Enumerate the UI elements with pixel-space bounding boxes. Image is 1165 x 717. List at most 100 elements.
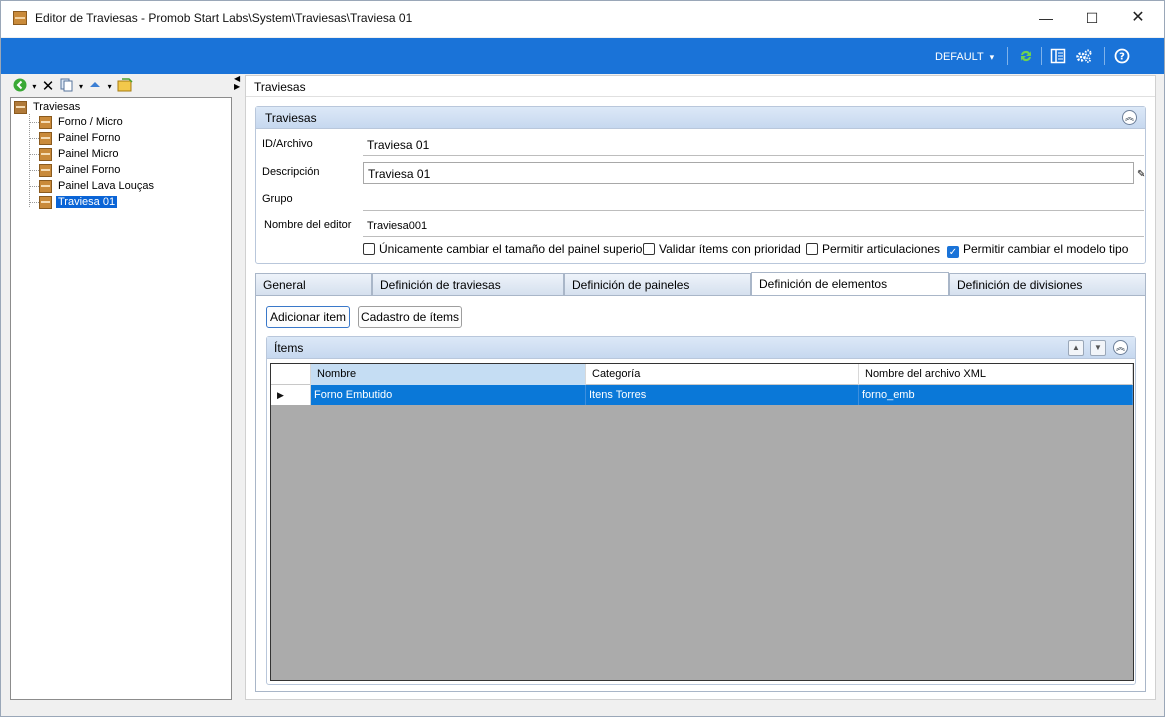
checkbox-permitir-articulaciones[interactable]: Permitir articulaciones bbox=[806, 242, 940, 256]
tree-item-label: Painel Micro bbox=[58, 148, 119, 160]
move-up-icon[interactable]: ▲ bbox=[1068, 340, 1084, 356]
chevron-down-icon[interactable]: ▾ bbox=[79, 82, 83, 91]
cell-archivo[interactable]: forno_emb bbox=[859, 385, 1133, 405]
checkmark-icon[interactable]: ✓ bbox=[947, 246, 959, 258]
tab-definicion-paineles[interactable]: Definición de paineles bbox=[564, 273, 751, 295]
move-down-icon[interactable]: ▼ bbox=[1090, 340, 1106, 356]
refresh-icon[interactable] bbox=[1018, 48, 1034, 64]
checkbox-cambiar-tamano[interactable]: Únicamente cambiar el tamaño del painel … bbox=[363, 242, 646, 256]
settings-icon[interactable] bbox=[1075, 48, 1092, 64]
grid-corner bbox=[271, 364, 311, 385]
minimize-button[interactable]: — bbox=[1023, 5, 1069, 31]
translate-icon[interactable]: ✎ bbox=[1137, 169, 1145, 180]
maximize-button[interactable]: ☐ bbox=[1069, 5, 1115, 31]
delete-icon[interactable]: ✕ bbox=[42, 77, 55, 95]
tree-connector bbox=[29, 154, 39, 155]
toolbar-divider bbox=[1007, 47, 1008, 65]
checkbox-box[interactable] bbox=[643, 243, 655, 255]
register-items-button[interactable]: Cadastro de ítems bbox=[358, 306, 462, 328]
descripcion-field[interactable]: Traviesa 01 bbox=[363, 162, 1134, 184]
tree-item[interactable]: Painel Forno bbox=[39, 131, 122, 146]
checkbox-box[interactable] bbox=[363, 243, 375, 255]
tree-item[interactable]: Painel Lava Louças bbox=[39, 179, 156, 194]
checkbox-label: Permitir cambiar el modelo tipo bbox=[963, 242, 1129, 256]
traviesa-icon bbox=[39, 116, 52, 129]
profile-dropdown[interactable]: DEFAULT ▾ bbox=[935, 51, 994, 63]
items-panel: Ítems ▲ ▼ ︽ Nombre Categoría Nombre del … bbox=[266, 336, 1136, 685]
tab-definicion-elementos[interactable]: Definición de elementos bbox=[751, 272, 949, 296]
chevron-down-icon: ▾ bbox=[989, 52, 995, 62]
layout-icon[interactable] bbox=[1050, 48, 1066, 64]
top-toolbar: DEFAULT ▾ ? bbox=[1, 38, 1164, 74]
tree-item-label: Painel Lava Louças bbox=[58, 180, 155, 192]
move-up-icon[interactable] bbox=[88, 78, 102, 95]
help-icon[interactable]: ? bbox=[1114, 48, 1130, 64]
group-header: Traviesas ︽ bbox=[256, 107, 1145, 129]
grid-header: Nombre Categoría Nombre del archivo XML bbox=[271, 364, 1133, 385]
tree-root[interactable]: Traviesas bbox=[14, 100, 82, 115]
toolbar-divider bbox=[1041, 47, 1042, 65]
tab-definicion-divisiones[interactable]: Definición de divisiones bbox=[949, 273, 1146, 295]
checkbox-cambiar-modelo[interactable]: ✓ Permitir cambiar el modelo tipo bbox=[947, 242, 1128, 258]
items-header: Ítems ▲ ▼ ︽ bbox=[267, 337, 1135, 359]
import-icon[interactable] bbox=[117, 77, 133, 95]
back-icon[interactable] bbox=[13, 78, 27, 95]
grupo-label: Grupo bbox=[262, 193, 293, 205]
nombre-editor-label: Nombre del editor bbox=[264, 219, 352, 231]
tree-connector bbox=[29, 138, 39, 139]
svg-text:?: ? bbox=[1119, 52, 1125, 63]
column-header-archivo[interactable]: Nombre del archivo XML bbox=[859, 364, 1133, 385]
column-header-categoria[interactable]: Categoría bbox=[586, 364, 859, 385]
window-title: Editor de Traviesas - Promob Start Labs\… bbox=[35, 11, 413, 25]
collapse-icon[interactable]: ︽ bbox=[1122, 110, 1137, 125]
cell-categoria[interactable]: Itens Torres bbox=[586, 385, 859, 405]
table-row[interactable]: ▶ Forno Embutido Itens Torres forno_emb bbox=[271, 385, 1133, 405]
tree-connector bbox=[29, 114, 30, 207]
row-indicator-icon: ▶ bbox=[271, 385, 311, 405]
tab-content: Adicionar item Cadastro de ítems Ítems ▲… bbox=[255, 295, 1146, 692]
checkbox-box[interactable] bbox=[806, 243, 818, 255]
grupo-field[interactable] bbox=[363, 189, 1144, 211]
traviesa-icon bbox=[39, 180, 52, 193]
tab-strip: General Definición de traviesas Definici… bbox=[255, 272, 1146, 296]
tab-general[interactable]: General bbox=[255, 273, 372, 295]
tree-root-label: Traviesas bbox=[33, 101, 81, 113]
editor-pane: Traviesas Traviesas ︽ ID/Archivo Travies… bbox=[245, 75, 1156, 700]
collapse-icon[interactable]: ︽ bbox=[1113, 340, 1128, 355]
app-icon bbox=[13, 11, 27, 25]
tree-item-label: Traviesa 01 bbox=[56, 196, 118, 208]
tree-item[interactable]: Forno / Micro bbox=[39, 115, 125, 130]
profile-label: DEFAULT bbox=[935, 51, 984, 63]
traviesa-icon bbox=[39, 196, 52, 209]
divider bbox=[246, 96, 1155, 97]
traviesa-icon bbox=[39, 164, 52, 177]
tree-connector bbox=[29, 122, 39, 123]
add-item-button[interactable]: Adicionar item bbox=[266, 306, 350, 328]
breadcrumb: Traviesas bbox=[254, 80, 306, 94]
tree-connector bbox=[29, 170, 39, 171]
chevron-down-icon[interactable]: ▾ bbox=[32, 82, 36, 91]
nombre-editor-field[interactable]: Traviesa001 bbox=[363, 215, 1144, 237]
tree-item[interactable]: Painel Micro bbox=[39, 147, 121, 162]
cell-nombre[interactable]: Forno Embutido bbox=[311, 385, 586, 405]
tab-definicion-traviesas[interactable]: Definición de traviesas bbox=[372, 273, 564, 295]
checkbox-label: Validar ítems con prioridad bbox=[659, 242, 801, 256]
tree-item-label: Painel Forno bbox=[58, 132, 121, 144]
traviesa-icon bbox=[39, 132, 52, 145]
items-title: Ítems bbox=[274, 341, 304, 355]
close-button[interactable]: ✕ bbox=[1115, 5, 1161, 31]
checkbox-validar-prioridad[interactable]: Validar ítems con prioridad bbox=[643, 242, 801, 256]
tree-item[interactable]: Painel Forno bbox=[39, 163, 122, 178]
title-bar: Editor de Traviesas - Promob Start Labs\… bbox=[1, 1, 1164, 37]
id-archivo-field[interactable]: Traviesa 01 bbox=[363, 134, 1144, 156]
tree-toolbar: ▾ ✕ ▾ ▾ bbox=[13, 77, 135, 95]
tree-connector bbox=[29, 186, 39, 187]
tree-item-selected[interactable]: Traviesa 01 bbox=[39, 195, 118, 210]
chevron-down-icon[interactable]: ▾ bbox=[108, 82, 112, 91]
tree-connector bbox=[29, 202, 39, 203]
column-header-nombre[interactable]: Nombre bbox=[311, 364, 586, 385]
items-grid[interactable]: Nombre Categoría Nombre del archivo XML … bbox=[270, 363, 1134, 681]
copy-icon[interactable] bbox=[60, 78, 74, 95]
tree-item-label: Forno / Micro bbox=[58, 116, 123, 128]
panel-splitter-toggle[interactable]: ◀ ▶ bbox=[234, 75, 242, 91]
